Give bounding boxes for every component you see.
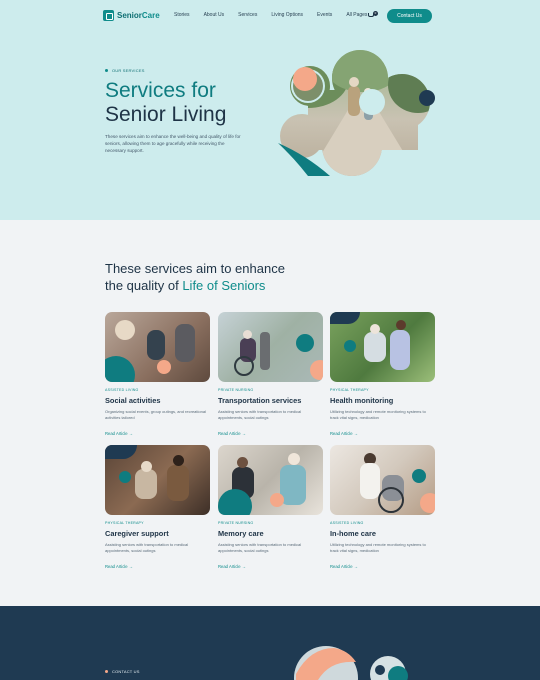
card-description: Utilizing technology and remote monitori… — [330, 409, 426, 420]
contact-photo-collage — [294, 646, 408, 680]
read-article-link[interactable]: Read Article → — [105, 431, 133, 436]
contact-us-button[interactable]: Contact Us — [387, 9, 432, 23]
nav-item-about-us[interactable]: About Us — [204, 12, 225, 18]
card-description: Assisting seniors with transportation to… — [105, 542, 189, 553]
card-title[interactable]: In-home care — [330, 529, 435, 538]
services-heading: These services aim to enhance the qualit… — [105, 261, 285, 293]
contact-section: CONTACT US — [0, 606, 540, 680]
read-article-link[interactable]: Read Article → — [330, 431, 358, 436]
card-tag: PRIVATE NURSING — [218, 388, 254, 392]
card-tag: PRIVATE NURSING — [218, 521, 254, 525]
nav-item-stories[interactable]: Stories — [174, 12, 190, 18]
card-title[interactable]: Social activities — [105, 396, 210, 405]
card-tag: PHYSICAL THERAPY — [105, 521, 144, 525]
card-title[interactable]: Transportation services — [218, 396, 323, 405]
eyebrow-dot-icon — [105, 670, 108, 673]
service-card-caregiver-support[interactable]: PHYSICAL THERAPY Caregiver support Assis… — [105, 445, 210, 569]
read-article-link[interactable]: Read Article → — [218, 431, 246, 436]
card-description: Assisting seniors with transportation to… — [218, 409, 302, 420]
logo-icon — [103, 10, 114, 21]
nav-item-services[interactable]: Services — [238, 12, 257, 18]
caregiver-support-photo — [105, 445, 210, 515]
contact-eyebrow: CONTACT US — [105, 669, 140, 674]
card-title[interactable]: Memory care — [218, 529, 323, 538]
hero-eyebrow: OUR SERVICES — [105, 68, 145, 73]
nav-item-all-pages[interactable]: All Pages — [346, 12, 367, 18]
logo-text: SeniorCare — [117, 11, 160, 20]
page-title: Services for Senior Living — [105, 79, 227, 126]
nav-item-living-options[interactable]: Living Options — [271, 12, 303, 18]
service-card-transportation-services[interactable]: PRIVATE NURSING Transportation services … — [218, 312, 323, 436]
eyebrow-dot-icon — [105, 69, 108, 72]
logo[interactable]: SeniorCare — [103, 10, 160, 21]
hero-description: These services aim to enhance the well-b… — [105, 134, 241, 153]
hero-section: SeniorCare Stories About Us Services Liv… — [0, 0, 540, 220]
card-description: Assisting seniors with transportation to… — [218, 542, 302, 553]
card-tag: ASSISTED LIVING — [105, 388, 139, 392]
card-title[interactable]: Health monitoring — [330, 396, 435, 405]
card-tag: PHYSICAL THERAPY — [330, 388, 369, 392]
transportation-photo — [218, 312, 323, 382]
memory-care-photo — [218, 445, 323, 515]
nav-item-events[interactable]: Events — [317, 12, 332, 18]
hero-photo-collage — [278, 50, 435, 176]
read-article-link[interactable]: Read Article → — [218, 564, 246, 569]
cart-count-badge: 0 — [373, 11, 378, 16]
cart-icon[interactable]: 0 — [368, 11, 378, 19]
service-card-memory-care[interactable]: PRIVATE NURSING Memory care Assisting se… — [218, 445, 323, 569]
social-activities-photo — [105, 312, 210, 382]
navy-dot-decoration — [419, 90, 435, 106]
card-description: Organizing social events, group outings,… — [105, 409, 206, 420]
card-description: Utilizing technology and remote monitori… — [330, 542, 426, 553]
read-article-link[interactable]: Read Article → — [330, 564, 358, 569]
read-article-link[interactable]: Read Article → — [105, 564, 133, 569]
card-tag: ASSISTED LIVING — [330, 521, 364, 525]
collage-hole — [359, 89, 385, 115]
in-home-care-photo — [330, 445, 435, 515]
main-nav: Stories About Us Services Living Options… — [174, 12, 381, 18]
service-card-social-activities[interactable]: ASSISTED LIVING Social activities Organi… — [105, 312, 210, 436]
card-title[interactable]: Caregiver support — [105, 529, 210, 538]
service-card-in-home-care[interactable]: ASSISTED LIVING In-home care Utilizing t… — [330, 445, 435, 569]
service-card-health-monitoring[interactable]: PHYSICAL THERAPY Health monitoring Utili… — [330, 312, 435, 436]
health-monitoring-photo — [330, 312, 435, 382]
peach-circle-decoration — [293, 67, 317, 91]
